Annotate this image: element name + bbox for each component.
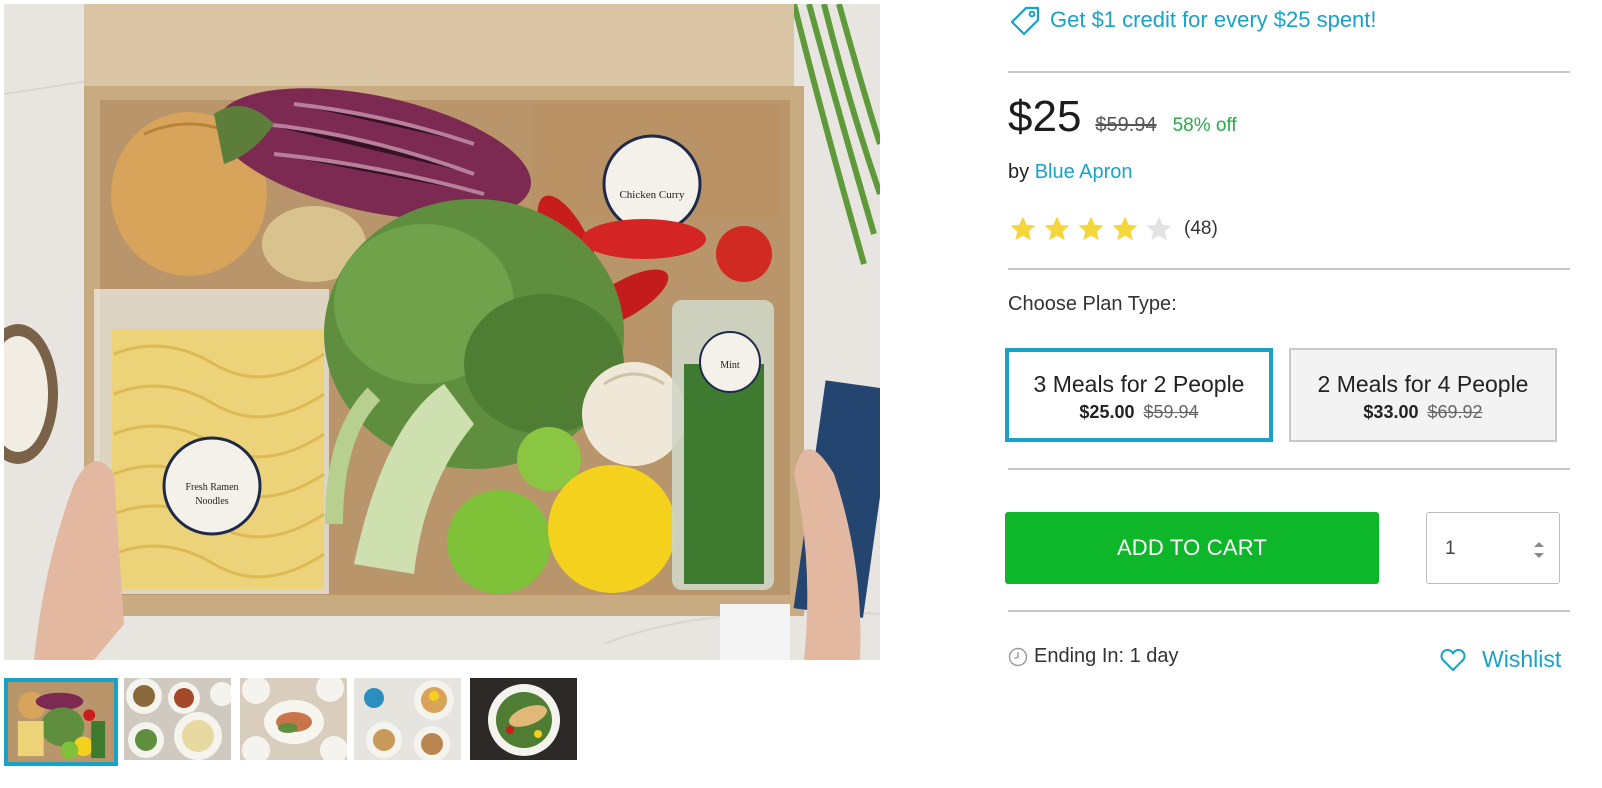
divider — [1008, 610, 1570, 612]
plan-option-3-meals-2-people[interactable]: 3 Meals for 2 People $25.00 $59.94 — [1005, 348, 1273, 442]
plan-price: $25.00 — [1079, 402, 1135, 422]
meal-kit-box-photo: Chicken Curry Fresh Ramen Noodles Mint — [4, 4, 880, 660]
seller-line: by Blue Apron — [1008, 161, 1133, 184]
plan-name: 2 Meals for 4 People — [1317, 371, 1529, 397]
thumbnail-5[interactable] — [470, 678, 577, 760]
plated-meals-thumb — [124, 678, 231, 760]
stepper-arrows-icon[interactable] — [1533, 538, 1545, 562]
thumbnail-1[interactable] — [4, 678, 118, 766]
thumbnail-3[interactable] — [240, 678, 347, 760]
star-filled-icon — [1042, 214, 1072, 244]
plan-prices: $25.00 $59.94 — [1009, 402, 1269, 423]
chicken-salad-bowl-thumb — [470, 678, 577, 760]
tag-icon — [1008, 3, 1042, 37]
quantity-stepper[interactable] — [1426, 512, 1560, 584]
thumbnail-4[interactable] — [354, 678, 461, 760]
svg-text:Chicken Curry: Chicken Curry — [619, 189, 685, 201]
plan-type-label: Choose Plan Type: — [1008, 293, 1177, 315]
discount-label: 58% off — [1172, 115, 1237, 136]
star-rating[interactable]: (48) — [1008, 214, 1218, 244]
plan-original-price: $59.94 — [1143, 402, 1199, 422]
ramen-bowls-thumb — [354, 678, 461, 760]
main-product-image[interactable]: Chicken Curry Fresh Ramen Noodles Mint — [4, 4, 880, 660]
heart-icon — [1440, 648, 1466, 672]
brand-link[interactable]: Blue Apron — [1035, 161, 1133, 183]
divider — [1008, 71, 1570, 73]
credit-promo[interactable]: Get $1 credit for every $25 spent! — [1008, 4, 1377, 36]
clock-icon — [1008, 647, 1028, 667]
review-count: (48) — [1184, 218, 1218, 239]
seller-prefix: by — [1008, 161, 1030, 183]
price-row: $25 $59.94 58% off — [1008, 92, 1237, 142]
plan-name: 3 Meals for 2 People — [1033, 371, 1245, 397]
promo-text: Get $1 credit for every $25 spent! — [1050, 7, 1377, 32]
divider — [1008, 468, 1570, 470]
original-price: $59.94 — [1095, 114, 1157, 136]
plan-prices: $33.00 $69.92 — [1291, 402, 1555, 423]
plan-price: $33.00 — [1363, 402, 1419, 422]
quantity-input[interactable] — [1443, 535, 1517, 563]
plated-fish-dish-thumb — [240, 678, 347, 760]
star-filled-icon — [1008, 214, 1038, 244]
wishlist-label: Wishlist — [1482, 646, 1562, 672]
thumbnail-2[interactable] — [124, 678, 231, 760]
current-price: $25 — [1008, 92, 1082, 141]
star-empty-icon — [1144, 214, 1174, 244]
plan-option-2-meals-4-people[interactable]: 2 Meals for 4 People $33.00 $69.92 — [1289, 348, 1557, 442]
plan-original-price: $69.92 — [1427, 402, 1483, 422]
svg-text:Noodles: Noodles — [195, 496, 228, 507]
deal-ending: Ending In: 1 day — [1008, 645, 1179, 668]
ending-text: Ending In: 1 day — [1034, 645, 1179, 667]
add-to-cart-button[interactable]: ADD TO CART — [1005, 512, 1379, 584]
svg-text:Mint: Mint — [720, 360, 740, 371]
meal-kit-box-thumb — [8, 682, 114, 762]
star-filled-icon — [1076, 214, 1106, 244]
svg-text:Fresh Ramen: Fresh Ramen — [185, 482, 238, 493]
divider — [1008, 268, 1570, 270]
wishlist-button[interactable]: Wishlist — [1440, 646, 1561, 673]
star-filled-icon — [1110, 214, 1140, 244]
